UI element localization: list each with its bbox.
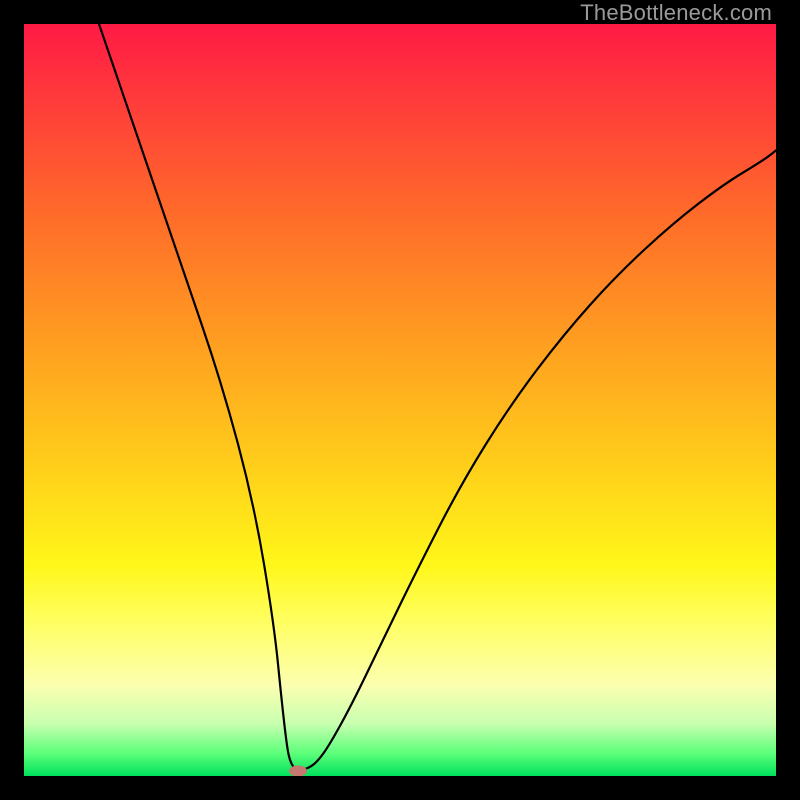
plot-area	[24, 24, 776, 776]
watermark-text: TheBottleneck.com	[580, 0, 772, 26]
chart-frame: TheBottleneck.com	[0, 0, 800, 800]
minimum-marker	[289, 766, 307, 777]
bottleneck-curve	[24, 24, 776, 776]
